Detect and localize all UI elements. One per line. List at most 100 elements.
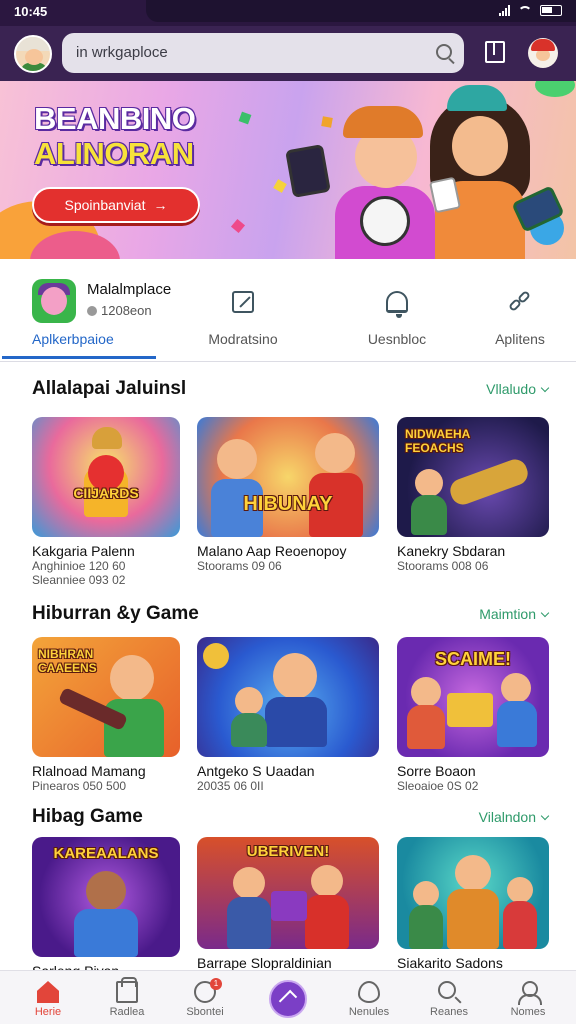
app-card[interactable]: UBERIVEN! Barrape Slopraldinian [197, 837, 379, 971]
upload-button[interactable] [269, 980, 307, 1018]
character-illustration [409, 905, 443, 949]
section-link-label: Vilalndon [478, 809, 536, 825]
thumbnail-text: HIBUNAY [243, 493, 333, 515]
section-view-all-link[interactable]: Vilalndon [478, 809, 550, 825]
character-illustration [452, 116, 508, 176]
tab-label: Uesnbloc [367, 331, 427, 347]
tab-label: Modratsino [208, 331, 278, 347]
app-card[interactable]: Antgeko S Uaadan 20035 06 0II [197, 637, 379, 793]
nav-item-home[interactable]: Herie [7, 971, 89, 1024]
app-card[interactable]: CIIJARDS Kakgaria Palenn Anghinioe 120 6… [32, 417, 180, 588]
store-icon[interactable] [32, 279, 76, 323]
arrow-right-icon: → [153, 197, 168, 213]
app-title: Malano Aap Reoenopoy [197, 543, 347, 559]
hero-title-line2: ALINORAN [34, 136, 194, 172]
character-illustration [235, 687, 263, 715]
character-illustration [315, 433, 355, 473]
app-card[interactable]: KAREAALANS Sarleng Piyan [32, 837, 180, 979]
hero-title-line1: BEANBINO [34, 101, 196, 136]
section-title: Hibag Game [32, 806, 143, 827]
nav-item-library[interactable]: Radlea [86, 971, 168, 1024]
pencil-square-icon [232, 291, 254, 313]
search-icon[interactable] [436, 44, 452, 60]
app-title: Siakarito Sadons [397, 955, 503, 971]
search-bar[interactable]: in wrkgaploce [62, 33, 464, 73]
app-card[interactable]: Siakarito Sadons [397, 837, 549, 971]
confetti-icon [238, 111, 252, 125]
character-illustration [501, 673, 531, 703]
section-header: Hibag Game Vilalndon [32, 806, 550, 834]
cannon-illustration [446, 456, 532, 508]
hat-illustration [92, 427, 122, 449]
nav-label: Herie [34, 1006, 62, 1018]
store-title: Malalmplace [87, 281, 172, 298]
character-illustration [413, 881, 439, 907]
character-illustration [104, 699, 164, 757]
nav-item-profile[interactable]: Nomes [487, 971, 569, 1024]
avatar[interactable] [14, 35, 52, 73]
app-title: Kakgaria Palenn [32, 543, 135, 559]
app-thumbnail [397, 837, 549, 949]
signal-icon [499, 5, 510, 16]
tab-apps[interactable]: Aplitens [470, 283, 570, 347]
bottom-nav: Herie Radlea 1 Sbontei Nenules Reanes No… [0, 970, 576, 1024]
section-view-all-link[interactable]: Maimtion [479, 606, 550, 622]
app-card[interactable]: SCAIME! Sorre Boaon Sleoaioe 0S 02 [397, 637, 549, 793]
person-icon [517, 981, 542, 1005]
hero-cta-button[interactable]: Spoinbanviat → [32, 187, 200, 223]
hero-banner[interactable]: BEANBINO ALINORAN Spoinbanviat → [0, 81, 576, 259]
app-header: in wrkgaploce [0, 26, 576, 81]
app-subtitle: Sleoaioe 0S 02 [397, 779, 479, 793]
character-illustration [455, 855, 491, 891]
link-icon [507, 289, 532, 313]
nav-label: Reanes [430, 1006, 468, 1018]
thumbnail-text: SCAIME! [435, 649, 511, 669]
status-bar: 10:45 [0, 0, 576, 26]
character-illustration [74, 909, 138, 957]
coin-illustration [203, 643, 229, 669]
bell-icon [386, 291, 408, 318]
notification-badge: 1 [210, 978, 222, 990]
app-title: Antgeko S Uaadan [197, 763, 315, 779]
character-illustration [311, 865, 343, 897]
upload-icon [278, 989, 298, 1009]
bookmark-icon[interactable] [485, 41, 505, 63]
character-illustration [360, 196, 410, 246]
nav-item-favorites[interactable]: Nenules [328, 971, 410, 1024]
tab-active[interactable]: Aplkerbpaioe [32, 331, 114, 347]
app-thumbnail [197, 637, 379, 757]
character-illustration [217, 439, 257, 479]
app-subtitle: Anghinioe 120 60 [32, 559, 126, 573]
section-title: Hiburran &y Game [32, 603, 199, 624]
app-card[interactable]: NIDWAEHA FEOACHS Kanekry Sbdaran Stooram… [397, 417, 549, 573]
section-header: Hiburran &y Game Maimtion [32, 603, 550, 631]
box-illustration [447, 693, 493, 727]
app-title: Kanekry Sbdaran [397, 543, 506, 559]
battery-icon [540, 5, 562, 16]
app-thumbnail: NIBHRAN CAAEENS [32, 637, 180, 757]
category-tabs: Malalmplace 1208eon Aplkerbpaioe Modrats… [0, 259, 576, 362]
confetti-icon [273, 179, 287, 193]
box-illustration [271, 891, 307, 921]
character-illustration [231, 713, 267, 747]
app-card[interactable]: NIBHRAN CAAEENS Rlalnoad Mamang Pinearos… [32, 637, 180, 793]
character-illustration [411, 677, 441, 707]
tab-moderation[interactable]: Modratsino [193, 283, 293, 347]
character-illustration [86, 871, 126, 911]
app-card[interactable]: HIBUNAY Malano Aap Reoenopoy Stoorams 09… [197, 417, 379, 573]
section-view-all-link[interactable]: Vllaludo [486, 381, 550, 397]
mascot-icon[interactable] [528, 38, 558, 68]
nav-item-chat[interactable]: 1 Sbontei [164, 971, 246, 1024]
thumbnail-text: UBERIVEN! [246, 843, 330, 860]
search-icon [438, 981, 456, 999]
nav-item-search[interactable]: Reanes [408, 971, 490, 1024]
nav-label: Radlea [109, 1006, 145, 1018]
nav-label: Nomes [510, 1006, 546, 1018]
search-input[interactable]: in wrkgaploce [76, 44, 168, 61]
confetti-icon [321, 116, 333, 128]
tab-underline [2, 356, 156, 359]
app-subtitle: Stoorams 008 06 [397, 559, 489, 573]
tab-notifications[interactable]: Uesnbloc [347, 283, 447, 347]
character-illustration [343, 106, 423, 138]
section-link-label: Maimtion [479, 606, 536, 622]
